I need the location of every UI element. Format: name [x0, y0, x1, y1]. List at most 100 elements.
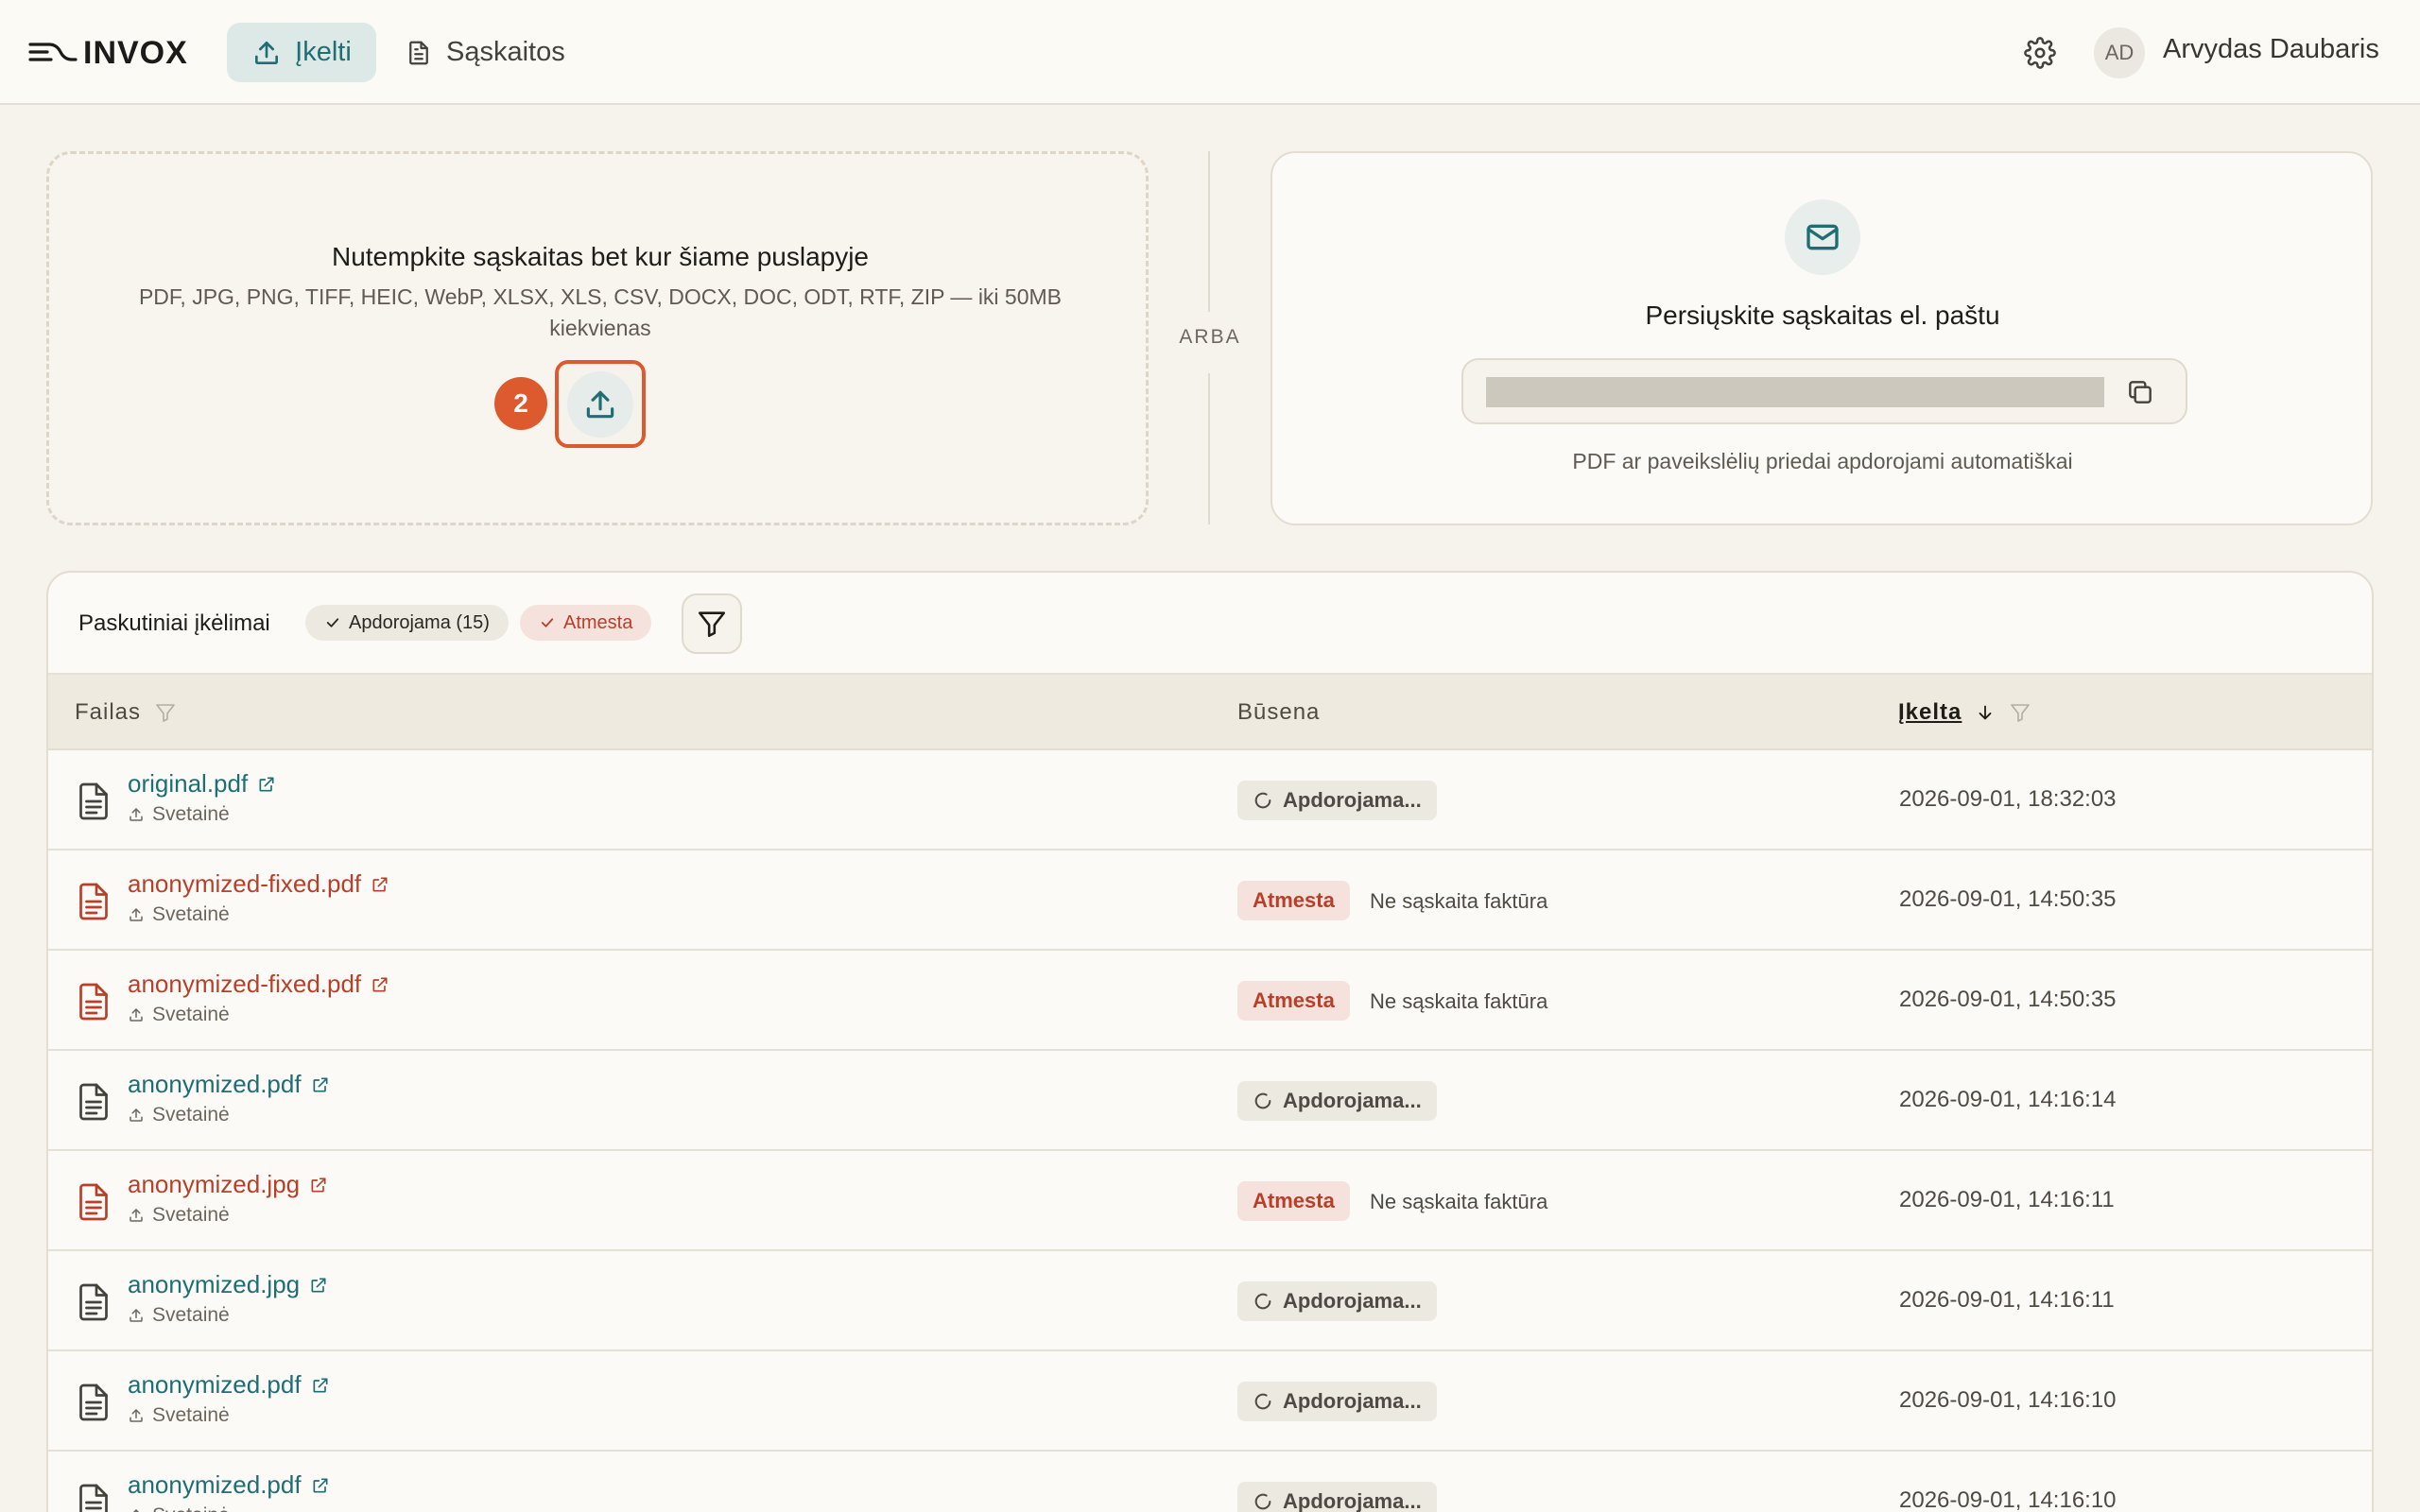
external-link-icon[interactable]	[311, 1376, 330, 1395]
external-link-icon[interactable]	[371, 875, 389, 894]
email-title: Persiųskite sąskaitas el. paštu	[1645, 301, 2000, 330]
nav-invoices-label: Sąskaitos	[446, 37, 565, 67]
rejection-reason: Ne sąskaita faktūra	[1370, 889, 1548, 913]
uploaded-at: 2026-09-01, 14:16:10	[1899, 1487, 2117, 1512]
document-icon	[405, 38, 433, 68]
file-source-label: Svetainė	[152, 1404, 230, 1426]
file-source-label: Svetainė	[152, 1304, 230, 1326]
table-row[interactable]: anonymized-fixed.pdf Svetainė Atmesta Ne są…	[48, 951, 2372, 1051]
file-link[interactable]: anonymized.pdf	[128, 1370, 330, 1400]
user-name[interactable]: Arvydas Daubaris	[2163, 34, 2379, 65]
table-header: Failas Būsena Įkelta	[48, 673, 2372, 750]
uploaded-at: 2026-09-01, 14:16:11	[1899, 1187, 2115, 1212]
status-badge: Apdorojama...	[1237, 1081, 1437, 1121]
status-label: Apdorojama...	[1283, 1089, 1422, 1112]
column-header-file[interactable]: Failas	[75, 699, 177, 726]
mail-icon-circle	[1785, 199, 1860, 275]
copy-icon[interactable]	[2125, 377, 2155, 407]
file-link[interactable]: anonymized.pdf	[128, 1470, 330, 1500]
column-header-uploaded[interactable]: Įkelta	[1898, 699, 2031, 726]
status-badge: Apdorojama...	[1237, 1482, 1437, 1512]
upload-icon	[128, 1307, 145, 1324]
spinner-icon	[1253, 1491, 1273, 1512]
file-icon	[77, 881, 111, 922]
filter-icon[interactable]	[2009, 701, 2031, 724]
file-source-label: Svetainė	[152, 1204, 230, 1226]
filter-chip-rejected[interactable]: Atmesta	[520, 605, 652, 641]
avatar[interactable]: AD	[2094, 27, 2145, 78]
table-row[interactable]: anonymized.jpg Svetainė Atmesta Ne sąskaita…	[48, 1151, 2372, 1251]
upload-file-button[interactable]	[555, 360, 646, 448]
arrow-down-icon	[1975, 702, 1996, 723]
file-name: anonymized-fixed.pdf	[128, 970, 362, 998]
external-link-icon[interactable]	[309, 1276, 328, 1295]
filter-button[interactable]	[682, 593, 742, 654]
table-row[interactable]: anonymized.jpg Svetainė Apdorojama... 2026-…	[48, 1251, 2372, 1351]
external-link-icon[interactable]	[371, 975, 389, 994]
file-source: Svetainė	[128, 1004, 230, 1026]
recent-uploads-card: Paskutiniai įkėlimai Apdorojama (15) Atm…	[46, 571, 2374, 1512]
file-link[interactable]: anonymized.jpg	[128, 1270, 328, 1299]
nav-invoices[interactable]: Sąskaitos	[405, 23, 565, 82]
file-source-label: Svetainė	[152, 903, 230, 925]
external-link-icon[interactable]	[257, 775, 276, 794]
upload-icon	[128, 1507, 145, 1512]
file-link[interactable]: anonymized-fixed.pdf	[128, 970, 389, 999]
file-name: original.pdf	[128, 769, 249, 798]
file-icon	[77, 1281, 111, 1323]
column-header-label: Failas	[75, 699, 142, 725]
file-link[interactable]: anonymized.pdf	[128, 1070, 330, 1099]
status-badge: Apdorojama...	[1237, 1281, 1437, 1321]
step-badge: 2	[494, 377, 547, 430]
file-source-label: Svetainė	[152, 1004, 230, 1025]
logo[interactable]: INVOX	[28, 30, 188, 76]
file-source: Svetainė	[128, 1104, 230, 1126]
file-icon	[77, 781, 111, 822]
filter-chip-label: Apdorojama (15)	[349, 611, 490, 633]
file-link[interactable]: original.pdf	[128, 769, 276, 799]
file-link[interactable]: anonymized-fixed.pdf	[128, 869, 389, 899]
mail-icon	[1804, 218, 1841, 256]
file-source: Svetainė	[128, 1404, 230, 1427]
table-body: original.pdf Svetainė Apdorojama... 2026-09…	[48, 750, 2372, 1512]
check-icon	[539, 614, 556, 631]
rejection-reason: Ne sąskaita faktūra	[1370, 989, 1548, 1013]
drop-zone[interactable]: Nutempkite sąskaitas bet kur šiame pusla…	[46, 151, 1149, 525]
uploaded-at: 2026-09-01, 14:50:35	[1899, 886, 2117, 912]
status-label: Atmesta	[1253, 1189, 1335, 1212]
file-icon	[77, 1482, 111, 1512]
settings-button[interactable]	[2021, 34, 2059, 72]
divider	[1208, 373, 1210, 524]
table-row[interactable]: anonymized.pdf Svetainė Apdorojama... 2026-…	[48, 1051, 2372, 1151]
email-address-field[interactable]	[1461, 358, 2187, 424]
nav-upload[interactable]: Įkelti	[227, 23, 376, 82]
external-link-icon[interactable]	[309, 1176, 328, 1194]
status-label: Apdorojama...	[1283, 1289, 1422, 1313]
filter-chip-processing[interactable]: Apdorojama (15)	[305, 605, 509, 641]
file-link[interactable]: anonymized.jpg	[128, 1170, 328, 1199]
table-row[interactable]: original.pdf Svetainė Apdorojama... 2026-09…	[48, 750, 2372, 850]
rejection-reason: Ne sąskaita faktūra	[1370, 1190, 1548, 1213]
table-toolbar: Paskutiniai įkėlimai Apdorojama (15) Atm…	[48, 573, 2372, 673]
uploaded-at: 2026-09-01, 14:16:10	[1899, 1387, 2117, 1413]
file-icon	[77, 981, 111, 1022]
redacted-email	[1486, 377, 2104, 407]
table-row[interactable]: anonymized.pdf Svetainė Apdorojama... 2026-…	[48, 1452, 2372, 1512]
file-name: anonymized.pdf	[128, 1370, 302, 1399]
table-row[interactable]: anonymized-fixed.pdf Svetainė Atmesta Ne są…	[48, 850, 2372, 951]
column-header-label: Įkelta	[1898, 699, 1962, 725]
spinner-icon	[1253, 1091, 1273, 1111]
column-header-label: Būsena	[1237, 699, 1321, 725]
external-link-icon[interactable]	[311, 1075, 330, 1094]
spinner-icon	[1253, 790, 1273, 811]
file-source: Svetainė	[128, 903, 230, 926]
status-badge: Atmesta	[1237, 1181, 1350, 1221]
status-badge: Atmesta	[1237, 981, 1350, 1021]
check-icon	[324, 614, 341, 631]
filter-chip-label: Atmesta	[563, 611, 633, 633]
filter-icon[interactable]	[154, 701, 177, 724]
table-row[interactable]: anonymized.pdf Svetainė Apdorojama... 2026-…	[48, 1351, 2372, 1452]
spinner-icon	[1253, 1291, 1273, 1312]
external-link-icon[interactable]	[311, 1476, 330, 1495]
upload-button-circle	[567, 370, 633, 438]
